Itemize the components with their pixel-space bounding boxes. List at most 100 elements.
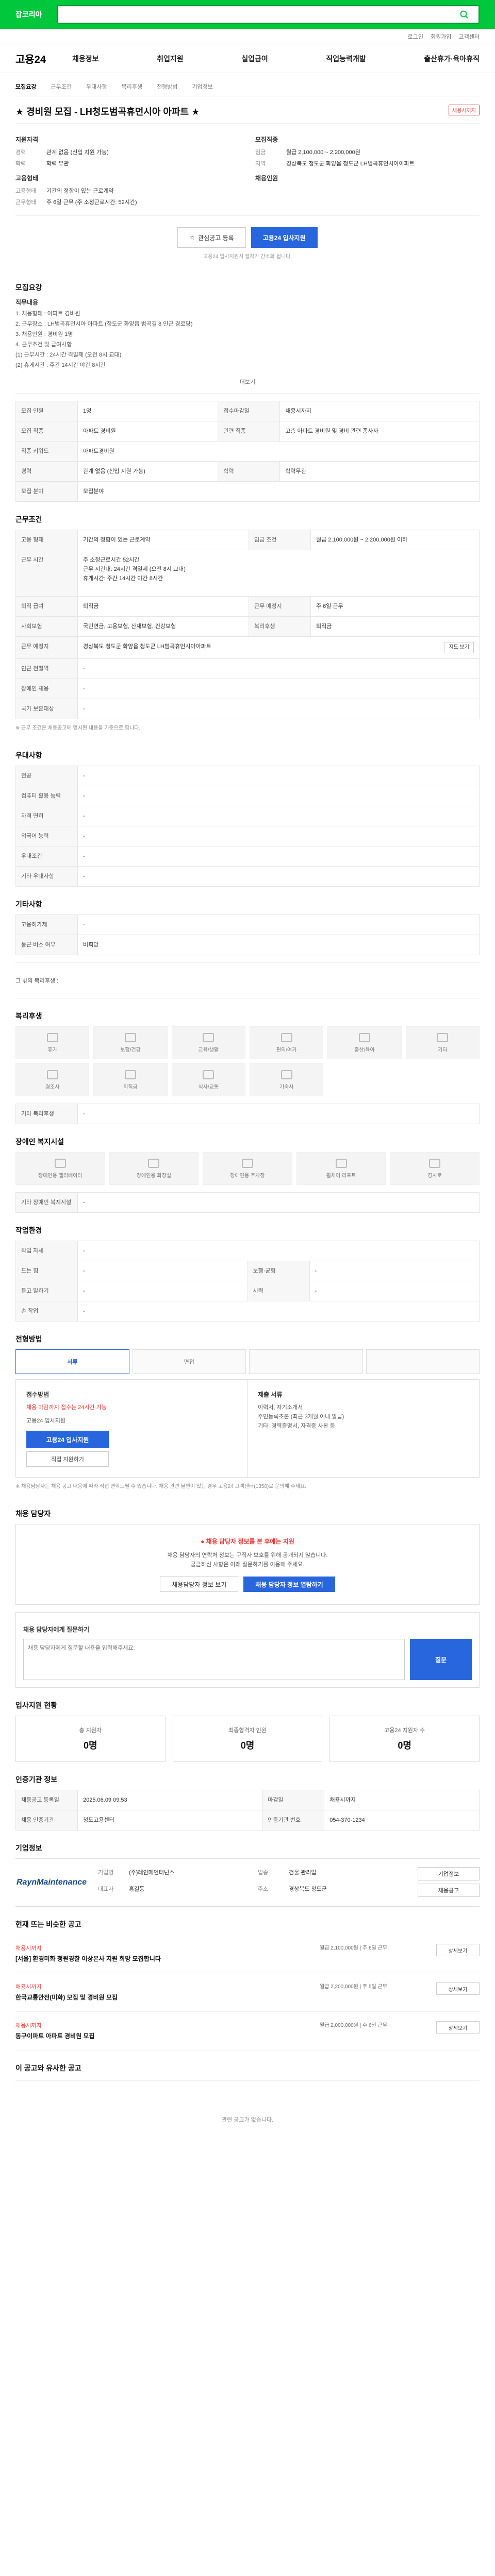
- table-value: 054-370-1234: [324, 1810, 480, 1831]
- more-button[interactable]: 더보기: [15, 370, 480, 394]
- table-key: 근무 시간: [15, 550, 78, 597]
- recruit-line: 4. 근무조건 및 급여사항: [15, 342, 72, 348]
- menu-jobs[interactable]: 채용정보: [72, 54, 99, 64]
- condition-footnote: ※ 근무 조건은 채용공고에 명시된 내용을 기준으로 합니다.: [15, 725, 141, 731]
- table-value: -: [77, 806, 480, 826]
- condition-table: 고용 형태 기간의 정함이 있는 근로계약 임금 조건 월급 2,100,000원 ~…: [15, 530, 480, 719]
- util-help[interactable]: 고객센터: [459, 32, 480, 41]
- table-value: -: [77, 1281, 248, 1301]
- table-value: -: [77, 766, 480, 786]
- apply-title: 접수방법: [26, 1391, 50, 1398]
- table-value: 1명: [77, 401, 219, 421]
- table-value: 채용시까지: [324, 1790, 480, 1810]
- process-footnote: ※ 채용담당자는 채용 공고 내용에 따라 직접 연락드릴 수 있습니다. 채용…: [15, 1484, 306, 1489]
- address-cell: 경상북도 청도군 화양읍 청도군 LH범곡휴먼시아아파트 지도 보기: [77, 636, 480, 659]
- table-value: 비희망: [77, 935, 480, 955]
- apply-online-button[interactable]: 고용24 입사지원: [26, 1431, 109, 1448]
- tab-condition[interactable]: 근무조건: [51, 82, 71, 91]
- search-input[interactable]: [63, 10, 455, 19]
- list-item[interactable]: 채용시까지 동구이파트 아파트 경비원 모집 월급 2,000,000원 | 주 …: [15, 2012, 480, 2050]
- apply-notice: 채용 마감까지 접수는 24시간 가능: [26, 1404, 107, 1411]
- facility-label: 경사로: [427, 1173, 442, 1179]
- section-title: 복리후생: [15, 1012, 42, 1020]
- list-item[interactable]: 채용시까지 한국교통안전(미화) 모집 및 경비원 모집 월급 2,200,000…: [15, 1973, 480, 2012]
- table-key: 모집 분야: [15, 481, 78, 502]
- welfare-icon: [46, 1032, 58, 1042]
- facility-item: 장애인용 엘리베이터: [15, 1152, 105, 1185]
- question-submit-button[interactable]: 질문: [410, 1639, 472, 1680]
- main-menu: 채용정보 취업지원 실업급여 직업능력개발 출산휴가·육아휴직: [72, 54, 480, 64]
- table-value: -: [309, 1261, 480, 1281]
- top-search-bar: 잡코리아: [0, 0, 495, 29]
- table-value: 퇴직금: [310, 616, 480, 637]
- tab-welfare[interactable]: 복리후생: [121, 82, 142, 91]
- company-logo: RaynMaintenance: [15, 1867, 88, 1898]
- util-login[interactable]: 로그인: [408, 32, 423, 41]
- etc-welfare-line: 그 밖의 복리후생 :: [15, 962, 480, 998]
- table-value: -: [77, 1241, 480, 1261]
- recruit-line: (2) 휴게시간 : 주간 14시간 야간 8시간: [15, 362, 106, 368]
- welfare-label: 식사/교통: [198, 1084, 219, 1090]
- manager-text: 궁금하신 사항은 아래 질문하기를 이용해 주세요.: [190, 1562, 305, 1568]
- company-actions: 기업정보 채용공고: [418, 1867, 480, 1898]
- table-key: 장애인 채용: [15, 679, 78, 699]
- parking-icon: [241, 1158, 253, 1168]
- section-title: 전형방법: [15, 1335, 42, 1343]
- summary-key: 근무형태: [15, 199, 37, 206]
- menu-benefit[interactable]: 실업급여: [241, 54, 268, 64]
- welfare-icon: [124, 1070, 136, 1079]
- map-button[interactable]: 지도 보기: [444, 642, 474, 653]
- table-key: 고용허가제: [15, 914, 78, 935]
- rec-meta: 월급 2,200,000원 | 주 5일 근무: [320, 1984, 387, 1990]
- rec-title[interactable]: 동구이파트 아파트 경비원 모집: [15, 2031, 320, 2041]
- company-info-button[interactable]: 기업정보: [418, 1867, 480, 1880]
- apply-direct-button[interactable]: 직접 지원하기: [26, 1451, 109, 1467]
- rec-detail-button[interactable]: 상세보기: [436, 1982, 480, 1995]
- company-jobs-button[interactable]: 채용공고: [418, 1884, 480, 1897]
- list-item[interactable]: 채용시까지 [서울] 환경미화 청원경찰 이상본사 지원 희망 모집합니다 월급 …: [15, 1935, 480, 1973]
- section-title: 기타사항: [15, 900, 42, 908]
- rec-title[interactable]: [서울] 환경미화 청원경찰 이상본사 지원 희망 모집합니다: [15, 1954, 320, 1963]
- table-key: 기타 장애인 복지시설: [15, 1192, 78, 1213]
- apply-button[interactable]: 고용24 입사지원: [251, 227, 318, 248]
- search-icon[interactable]: [455, 7, 473, 22]
- tab-recruit[interactable]: 모집요강: [15, 82, 36, 91]
- company-logo-text: RaynMaintenance: [16, 1878, 87, 1887]
- welfare-item: 경조사: [15, 1063, 90, 1096]
- menu-support[interactable]: 취업지원: [157, 54, 184, 64]
- brand-logo[interactable]: 고용24: [15, 51, 72, 66]
- util-join[interactable]: 회원가입: [431, 32, 451, 41]
- disabled-icon-grid: 장애인용 엘리베이터 장애인용 화장실 장애인용 주차장 휠체어 리프트 경사로: [15, 1152, 480, 1185]
- table-value: -: [77, 1192, 480, 1213]
- question-input[interactable]: [23, 1639, 405, 1680]
- site-logo[interactable]: 잡코리아: [15, 9, 57, 20]
- menu-training[interactable]: 직업능력개발: [326, 54, 366, 64]
- facility-label: 장애인용 주차장: [230, 1173, 265, 1179]
- tab-process[interactable]: 전형방법: [157, 82, 177, 91]
- menu-leave[interactable]: 출산휴가·육아휴직: [424, 54, 480, 64]
- table-value: -: [77, 1301, 480, 1321]
- welfare-item: 퇴직금: [93, 1063, 168, 1096]
- summary-key: 임금: [255, 149, 266, 156]
- rec-detail-button[interactable]: 상세보기: [436, 2021, 480, 2033]
- tab-preference[interactable]: 우대사항: [86, 82, 107, 91]
- summary-value: 월급 2,100,000 ~ 2,200,000원: [286, 149, 360, 156]
- welfare-label: 휴가: [47, 1047, 57, 1053]
- alert-icon: ●: [201, 1538, 205, 1545]
- summary-value: 관계 없음 (신입 지원 가능): [46, 149, 109, 156]
- rec-detail-button[interactable]: 상세보기: [436, 1944, 480, 1956]
- manager-view-button[interactable]: 채용 담당자 정보 열람하기: [243, 1577, 335, 1592]
- table-value: 청도고용센터: [77, 1810, 263, 1831]
- welfare-item: 기타: [405, 1026, 480, 1059]
- facility-label: 장애인용 화장실: [136, 1173, 171, 1179]
- manager-info-button[interactable]: 채용담당자 정보 보기: [160, 1577, 239, 1592]
- table-value: 아파트 경비원: [77, 421, 219, 442]
- welfare-item: 교육/생활: [171, 1026, 245, 1059]
- tab-company[interactable]: 기업정보: [192, 82, 212, 91]
- scrap-button[interactable]: ☆ 관심공고 등록: [177, 227, 246, 248]
- wheelchair-icon: [335, 1158, 347, 1168]
- table-value: -: [77, 1261, 248, 1281]
- facility-item: 장애인용 화장실: [109, 1152, 199, 1185]
- rec-title[interactable]: 한국교통안전(미화) 모집 및 경비원 모집: [15, 1993, 320, 2002]
- table-key: 시력: [247, 1281, 310, 1301]
